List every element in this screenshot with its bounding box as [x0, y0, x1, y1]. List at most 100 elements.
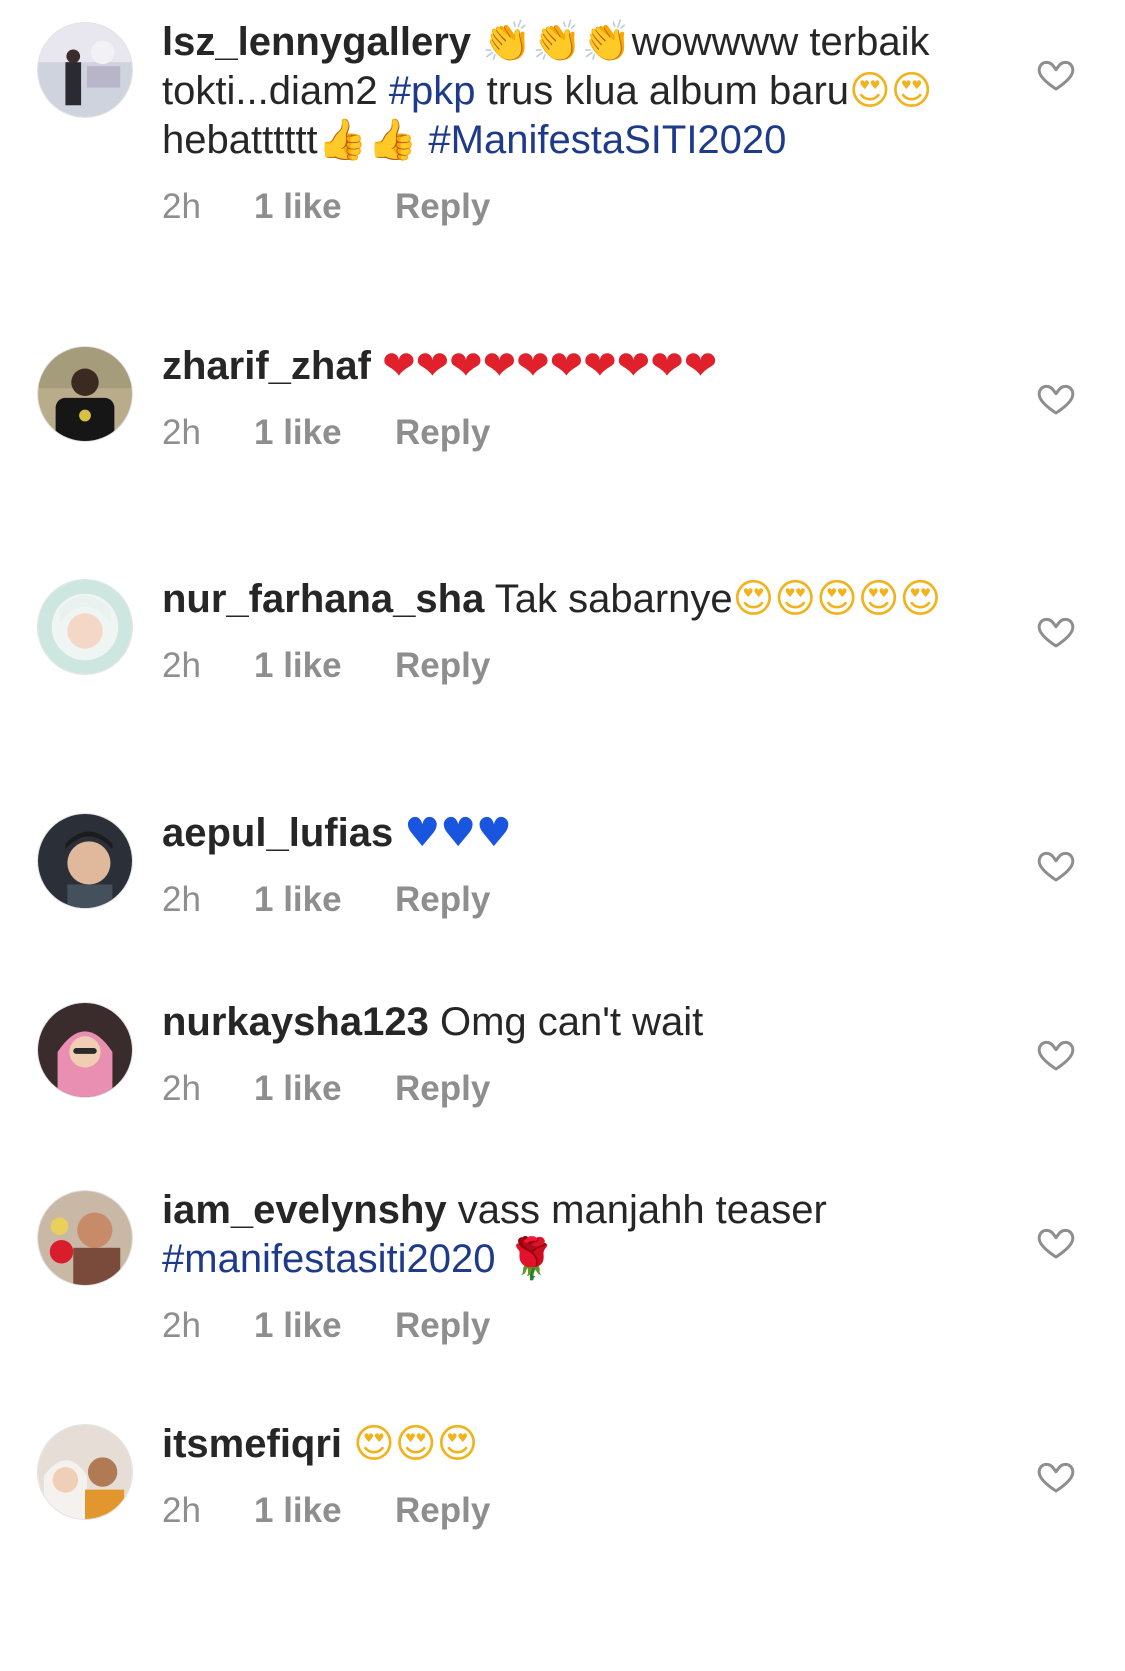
comment-text-segment: [417, 118, 428, 162]
emoji-face-icon: 😍: [849, 68, 891, 114]
emoji-face-icon: 😍: [436, 1421, 479, 1467]
comment-time: 2h: [162, 646, 201, 685]
comment-text-segment: vass manjahh teaser: [457, 1188, 827, 1232]
comment-text: nurkaysha123 Omg can't wait: [162, 998, 972, 1047]
comment-meta: 2h 1 like Reply: [162, 1069, 972, 1109]
emoji-face-icon: 😍: [890, 68, 933, 114]
emoji-red-icon: ❤: [650, 343, 684, 389]
comment-time: 2h: [162, 880, 201, 919]
emoji-red-icon: ❤: [482, 343, 517, 389]
emoji-red-icon: ❤: [382, 343, 416, 389]
emoji-hand-icon: 👏: [581, 19, 632, 65]
comment-meta: 2h 1 like Reply: [162, 187, 972, 227]
comment-username[interactable]: zharif_zhaf: [162, 344, 371, 388]
comment-username[interactable]: aepul_lufias: [162, 811, 393, 855]
hashtag-link[interactable]: #manifestasiti2020: [162, 1237, 496, 1281]
emoji-face-icon: 😍: [394, 1421, 437, 1467]
reply-button[interactable]: Reply: [395, 880, 490, 920]
hashtag-link[interactable]: #ManifestaSITI2020: [428, 118, 786, 162]
emoji-blue-icon: ♥: [440, 810, 477, 856]
comment-username[interactable]: nur_farhana_sha: [162, 577, 484, 621]
comment-text-segment: Tak sabarnye: [494, 577, 733, 621]
comment-likes[interactable]: 1 like: [254, 1491, 395, 1531]
comment-text-segment: trus klua album baru: [475, 69, 850, 113]
comment-body: lsz_lennygallery 👏👏👏wowwww terbaik tokti…: [162, 18, 972, 227]
emoji-face-icon: 😍: [857, 576, 900, 622]
emoji-red-icon: ❤: [583, 343, 617, 389]
avatar[interactable]: [37, 1002, 133, 1098]
emoji-red-icon: ❤: [683, 343, 718, 389]
hashtag-link[interactable]: #pkp: [389, 69, 476, 113]
comment-body: zharif_zhaf ❤❤❤❤❤❤❤❤❤❤ 2h 1 like Reply: [162, 342, 972, 453]
comment-text: aepul_lufias ♥♥♥: [162, 809, 972, 858]
comment-body: aepul_lufias ♥♥♥ 2h 1 like Reply: [162, 809, 972, 920]
comment-text-segment: hebatttttt: [162, 118, 318, 162]
avatar[interactable]: [37, 22, 133, 118]
heart-outline-icon[interactable]: [1036, 1456, 1076, 1496]
heart-outline-icon[interactable]: [1036, 378, 1076, 418]
comment-username[interactable]: itsmefiqri: [162, 1422, 342, 1466]
emoji-red-icon: ❤: [449, 343, 483, 389]
comment-time: 2h: [162, 1069, 201, 1108]
emoji-red-icon: ❤: [549, 343, 584, 389]
comment-meta: 2h 1 like Reply: [162, 413, 972, 453]
comment-text-segment: Omg can't wait: [439, 1000, 704, 1044]
comment-meta: 2h 1 like Reply: [162, 1306, 972, 1346]
emoji-face-icon: 😍: [899, 576, 942, 622]
reply-button[interactable]: Reply: [395, 413, 490, 453]
comment-likes[interactable]: 1 like: [254, 646, 395, 686]
emoji-face-icon: 😍: [774, 576, 817, 622]
comment-likes[interactable]: 1 like: [254, 880, 395, 920]
comment-body: nur_farhana_sha Tak sabarnye😍😍😍😍😍 2h 1 l…: [162, 575, 972, 686]
emoji-hand-icon: 👍: [317, 117, 368, 163]
comment-time: 2h: [162, 1306, 201, 1345]
emoji-face-icon: 😍: [816, 576, 858, 622]
reply-button[interactable]: Reply: [395, 1491, 490, 1531]
heart-outline-icon[interactable]: [1036, 1222, 1076, 1262]
comment-time: 2h: [162, 413, 201, 452]
comment-text: itsmefiqri 😍😍😍: [162, 1420, 972, 1469]
emoji-blue-icon: ♥: [476, 810, 512, 856]
avatar[interactable]: [37, 579, 133, 675]
comment-text-segment: [496, 1237, 507, 1281]
avatar[interactable]: [37, 813, 133, 909]
emoji-rose-icon: 🌹: [506, 1236, 557, 1282]
comment-body: iam_evelynshy vass manjahh teaser #manif…: [162, 1186, 972, 1346]
heart-outline-icon[interactable]: [1036, 611, 1076, 651]
emoji-hand-icon: 👏: [482, 19, 532, 65]
heart-outline-icon[interactable]: [1036, 54, 1076, 94]
comment-meta: 2h 1 like Reply: [162, 646, 972, 686]
comment-body: nurkaysha123 Omg can't wait 2h 1 like Re…: [162, 998, 972, 1109]
emoji-face-icon: 😍: [732, 576, 775, 622]
comment-username[interactable]: iam_evelynshy: [162, 1188, 447, 1232]
comment-likes[interactable]: 1 like: [254, 1306, 395, 1346]
emoji-red-icon: ❤: [415, 343, 450, 389]
avatar[interactable]: [37, 1424, 133, 1520]
comment-username[interactable]: lsz_lennygallery: [162, 20, 471, 64]
comment-text: iam_evelynshy vass manjahh teaser #manif…: [162, 1186, 972, 1284]
comment-body: itsmefiqri 😍😍😍 2h 1 like Reply: [162, 1420, 972, 1531]
reply-button[interactable]: Reply: [395, 1306, 490, 1346]
heart-outline-icon[interactable]: [1036, 1034, 1076, 1074]
comment-username[interactable]: nurkaysha123: [162, 1000, 429, 1044]
comment-time: 2h: [162, 1491, 201, 1530]
comment-text: zharif_zhaf ❤❤❤❤❤❤❤❤❤❤: [162, 342, 972, 391]
reply-button[interactable]: Reply: [395, 646, 490, 686]
comment-time: 2h: [162, 187, 201, 226]
comment-meta: 2h 1 like Reply: [162, 880, 972, 920]
emoji-blue-icon: ♥: [404, 810, 441, 856]
emoji-red-icon: ❤: [616, 343, 651, 389]
comment-likes[interactable]: 1 like: [254, 413, 395, 453]
emoji-face-icon: 😍: [353, 1421, 395, 1467]
comment-likes[interactable]: 1 like: [254, 187, 395, 227]
avatar[interactable]: [37, 346, 133, 442]
comment-likes[interactable]: 1 like: [254, 1069, 395, 1109]
comment-text: nur_farhana_sha Tak sabarnye😍😍😍😍😍: [162, 575, 972, 624]
avatar[interactable]: [37, 1190, 133, 1286]
heart-outline-icon[interactable]: [1036, 845, 1076, 885]
reply-button[interactable]: Reply: [395, 187, 490, 227]
comment-text: lsz_lennygallery 👏👏👏wowwww terbaik tokti…: [162, 18, 972, 165]
emoji-red-icon: ❤: [516, 343, 550, 389]
emoji-hand-icon: 👏: [531, 19, 582, 65]
reply-button[interactable]: Reply: [395, 1069, 490, 1109]
